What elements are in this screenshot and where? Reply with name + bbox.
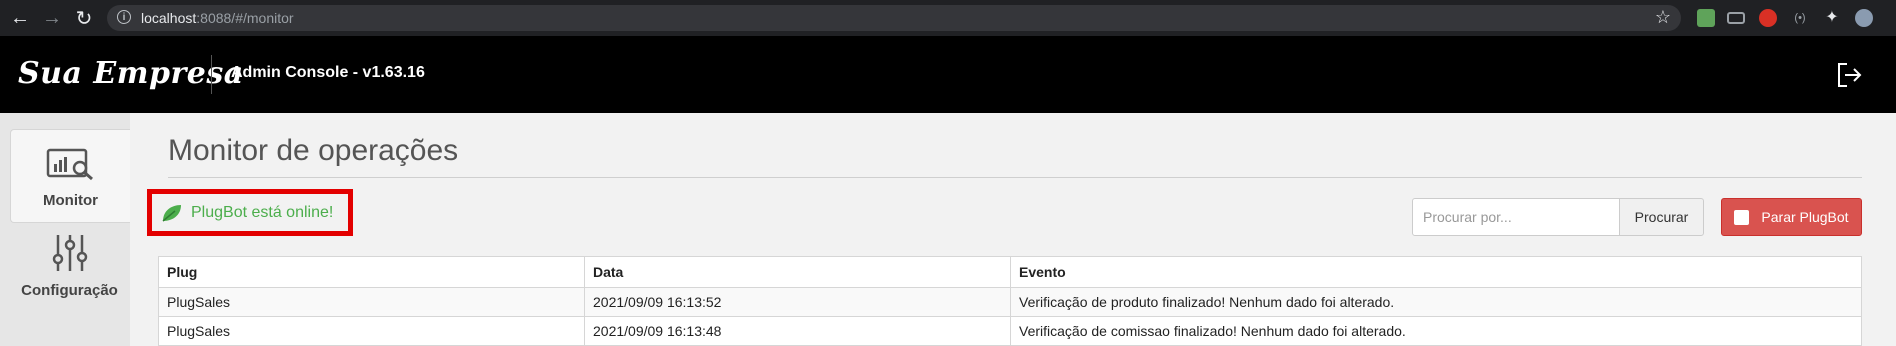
cell-plug: PlugSales: [158, 287, 585, 317]
column-header-evento[interactable]: Evento: [1010, 256, 1862, 288]
profile-avatar[interactable]: [1855, 9, 1873, 27]
url-text: localhost:8088/#/monitor: [141, 10, 294, 26]
search-button[interactable]: Procurar: [1619, 198, 1704, 236]
address-bar[interactable]: i localhost:8088/#/monitor ☆: [107, 5, 1681, 31]
search-input[interactable]: [1412, 198, 1620, 236]
logout-icon[interactable]: [1834, 60, 1864, 90]
column-header-plug[interactable]: Plug: [158, 256, 585, 288]
header-divider: [211, 55, 212, 94]
status-indicator: PlugBot está online!: [147, 189, 353, 236]
column-header-data[interactable]: Data: [584, 256, 1011, 288]
reload-icon[interactable]: ↻: [66, 0, 102, 36]
forward-icon[interactable]: →: [34, 0, 70, 36]
extension-icon[interactable]: (•): [1791, 9, 1809, 27]
cast-icon[interactable]: [1727, 12, 1745, 24]
stop-plugbot-button[interactable]: Parar PlugBot: [1721, 198, 1862, 236]
sidebar: Monitor Configuração: [0, 113, 130, 346]
extension-icon[interactable]: [1697, 9, 1715, 27]
sidebar-item-label: Monitor: [43, 192, 98, 209]
table-header-row: Plug Data Evento: [158, 256, 1862, 288]
cell-evento: Verificação de produto finalizado! Nenhu…: [1010, 287, 1862, 317]
sidebar-item-configuracao[interactable]: Configuração: [10, 233, 129, 333]
sidebar-item-label: Configuração: [21, 282, 118, 299]
cell-data: 2021/09/09 16:13:52: [584, 287, 1011, 317]
cell-evento: Verificação de comissao finalizado! Nenh…: [1010, 316, 1862, 346]
puzzle-icon[interactable]: ✦: [1823, 9, 1841, 27]
title-divider: [168, 177, 1862, 178]
back-icon[interactable]: ←: [2, 0, 38, 36]
table-row[interactable]: PlugSales 2021/09/09 16:13:48 Verificaçã…: [158, 316, 1862, 346]
extension-icon[interactable]: [1759, 9, 1777, 27]
app-header: Sua Empresa Admin Console - v1.63.16: [0, 36, 1896, 113]
events-table: Plug Data Evento PlugSales 2021/09/09 16…: [158, 256, 1862, 346]
info-icon[interactable]: i: [117, 10, 131, 24]
stop-button-label: Parar PlugBot: [1761, 209, 1849, 225]
cell-plug: PlugSales: [158, 316, 585, 346]
monitor-chart-icon: [46, 148, 93, 181]
browser-toolbar: ← → ↻ i localhost:8088/#/monitor ☆ (•) ✦: [0, 0, 1896, 36]
company-logo[interactable]: Sua Empresa: [18, 56, 244, 91]
stop-icon: [1734, 209, 1750, 225]
status-text: PlugBot está online!: [191, 203, 334, 221]
table-row[interactable]: PlugSales 2021/09/09 16:13:52 Verificaçã…: [158, 287, 1862, 317]
page-title: Monitor de operações: [168, 134, 459, 167]
cell-data: 2021/09/09 16:13:48: [584, 316, 1011, 346]
leaf-icon: [162, 204, 181, 222]
sidebar-item-monitor[interactable]: Monitor: [10, 129, 130, 223]
sliders-icon: [52, 235, 88, 271]
app-title: Admin Console - v1.63.16: [231, 64, 425, 81]
bookmark-star-icon[interactable]: ☆: [1655, 7, 1671, 28]
